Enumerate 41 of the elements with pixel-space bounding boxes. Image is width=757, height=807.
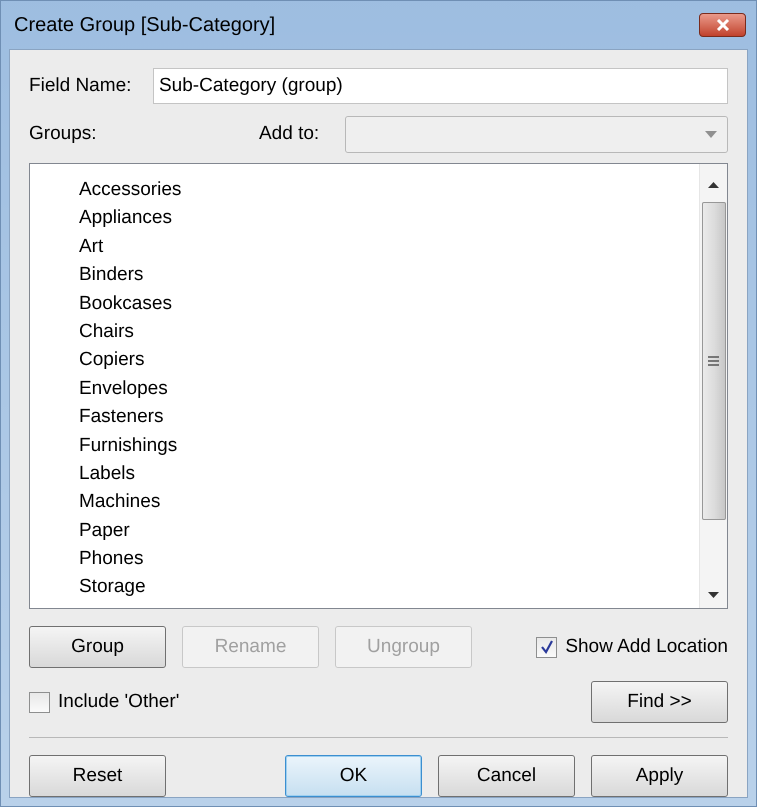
add-to-label: Add to:: [259, 122, 320, 146]
list-item[interactable]: Phones: [79, 545, 699, 574]
scroll-down-icon[interactable]: [708, 592, 719, 598]
field-name-label: Field Name:: [29, 74, 132, 98]
checkbox-box[interactable]: [29, 692, 50, 712]
group-action-button[interactable]: Group: [29, 626, 166, 668]
checkbox-label: Include 'Other': [58, 690, 180, 714]
list-item[interactable]: Accessories: [79, 176, 699, 204]
groups-label: Groups:: [29, 122, 98, 146]
find-button[interactable]: Find >>: [591, 681, 728, 723]
list-item[interactable]: Storage: [79, 573, 699, 602]
list-item[interactable]: Binders: [79, 261, 699, 290]
list-item[interactable]: Appliances: [79, 204, 699, 233]
list-item[interactable]: Labels: [79, 460, 699, 488]
list-item[interactable]: Paper: [79, 516, 699, 546]
list-item[interactable]: Envelopes: [79, 374, 699, 404]
checkbox-box[interactable]: [536, 636, 558, 658]
list-item[interactable]: Copiers: [79, 346, 699, 375]
reset-button[interactable]: Reset: [29, 755, 166, 797]
checkbox[interactable]: Show Add Location: [536, 632, 728, 662]
list-item[interactable]: Machines: [79, 488, 699, 517]
window-title: Create Group [Sub-Category]: [14, 13, 276, 38]
checkmark-icon: [540, 640, 554, 654]
close-button[interactable]: [699, 13, 746, 37]
grip-icon: [708, 356, 719, 366]
checkbox-label: Show Add Location: [565, 634, 728, 659]
field-name-input[interactable]: Sub-Category (group): [153, 68, 728, 104]
list-item[interactable]: Furnishings: [79, 432, 699, 460]
scrollbar[interactable]: [699, 164, 727, 608]
dropdown-arrow-icon: [705, 131, 717, 138]
checkbox[interactable]: Include 'Other': [29, 688, 180, 716]
list-item[interactable]: Chairs: [79, 318, 699, 346]
list-item[interactable]: Fasteners: [79, 403, 699, 432]
close-icon: [716, 19, 730, 31]
dialog-button[interactable]: Cancel: [438, 755, 575, 797]
scroll-up-icon[interactable]: [708, 182, 719, 188]
scroll-thumb[interactable]: [702, 202, 726, 520]
dialog-button[interactable]: OK: [285, 755, 422, 797]
list-item[interactable]: Art: [79, 232, 699, 262]
list-item[interactable]: Bookcases: [79, 290, 699, 318]
dialog-button[interactable]: Apply: [591, 755, 728, 797]
